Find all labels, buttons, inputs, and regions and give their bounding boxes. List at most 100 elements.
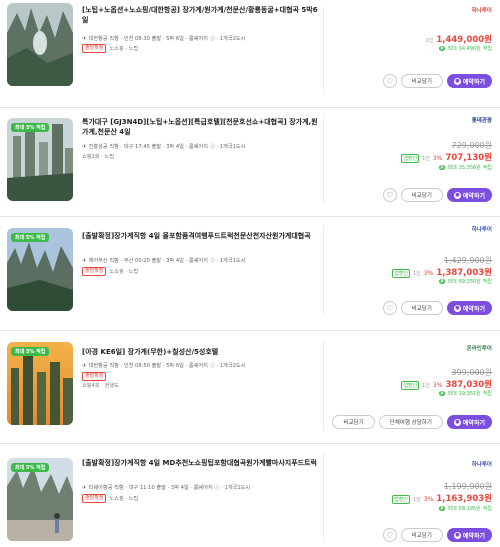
sale-price: 1,449,000원 — [436, 35, 492, 45]
wishlist-heart-icon[interactable]: ♡ — [382, 528, 397, 542]
per-person-label: 1인 — [412, 497, 421, 503]
wishlist-heart-icon[interactable]: ♡ — [382, 74, 397, 88]
column-divider — [323, 225, 324, 315]
points-value: 35,356원 — [458, 165, 481, 171]
product-title[interactable]: [노팁+노옵션+노쇼핑/대한항공] 장가계/원가계/천문산/황룡동굴+대협곡 5… — [82, 5, 322, 25]
points-icon: P — [438, 506, 446, 511]
original-price: 729,000원 — [451, 141, 492, 150]
flight-info: ✈ 대한항공 직항 · 인천 08:50 출발 · 5박 6일 · 룸쉐어지 ⓘ… — [82, 362, 322, 370]
product-card[interactable]: 최대 5% 적립 [아경 KE6일] 장가계(무한)+칠성산/5성호텔 ✈ 대한… — [0, 331, 500, 443]
points-info: P 최대 35,356원 적립 — [438, 164, 492, 171]
product-thumbnail[interactable]: 최대 5% 적립 — [7, 342, 73, 425]
agency-logo: 롯데관광 — [471, 118, 492, 124]
product-title[interactable]: 특가대구 [GJ3N4D][노팁+노옵션][특급호텔][천문호선쇼+대협곡] 장… — [82, 117, 322, 137]
price-row: 앱할인 1인 3% 1,387,003원 — [392, 266, 492, 278]
product-card[interactable]: 최대 5% 적립 특가대구 [GJ3N4D][노팁+노옵션][특급호텔][천문호… — [0, 108, 500, 216]
book-button[interactable]: ● 예약하기 — [446, 528, 492, 542]
compare-button[interactable]: 비교담기 — [332, 415, 375, 429]
agency-logo: 하나투어 — [471, 227, 492, 233]
product-thumbnail[interactable] — [7, 3, 73, 86]
app-discount-badge: 앱할인 — [401, 381, 420, 390]
sale-price: 1,387,003원 — [436, 268, 492, 278]
info-icon: ● — [453, 531, 461, 539]
per-person-label: 1인 — [422, 383, 430, 389]
tags-text: 쇼핑4회 · 현생도 — [82, 383, 119, 389]
airline-icon: ✈ — [82, 362, 87, 369]
flight-info: ✈ 진흥삼공 직항 · 대구 17:45 출발 · 3박 4일 · 룸쉐어지 ⓘ… — [82, 143, 322, 151]
flight-info: ✈ 에어부산 직항 · 부산 00:20 출발 · 3박 4일 · 룸쉐어지 ⓘ… — [82, 257, 322, 265]
agency-logo: 하나투어 — [471, 8, 492, 14]
original-price: 1,199,900원 — [443, 482, 492, 491]
tags-text: 노쇼핑 · 노팁 — [109, 269, 139, 275]
flight-info-text: 티웨이항공 직항 · 대구 11:10 출발 · 3박 4일 · 룸쉐어지 ⓘ … — [88, 485, 251, 491]
product-tags: 출발확정 — [82, 372, 107, 381]
points-suffix: 적립 — [482, 165, 492, 171]
points-info: P 최대 14,490원 적립 — [438, 45, 492, 52]
product-thumbnail[interactable]: 최대 5% 적립 — [7, 458, 73, 541]
info-icon: ● — [453, 77, 461, 85]
compare-button[interactable]: 비교담기 — [400, 528, 443, 542]
book-label: 예약하기 — [462, 532, 485, 540]
points-prefix: 최대 — [447, 46, 457, 52]
flight-info-text: 대한항공 직항 · 인천 08:50 출발 · 5박 6일 · 룸쉐어지 ⓘ ·… — [88, 363, 246, 369]
original-price: 1,429,900원 — [443, 256, 492, 265]
price-row: 앱할인 1인 3% 1,163,903원 — [392, 492, 492, 504]
points-prefix: 최대 — [447, 279, 457, 285]
product-thumbnail[interactable]: 최대 5% 적립 — [7, 118, 73, 201]
airline-icon: ✈ — [82, 143, 87, 150]
discount-percent: 3% — [423, 496, 434, 503]
tags-text: 쇼핑2회 · 노팁 — [82, 154, 115, 160]
flight-info-text: 에어부산 직항 · 부산 00:20 출발 · 3박 4일 · 룸쉐어지 ⓘ ·… — [88, 258, 246, 264]
product-card[interactable]: 최대 5% 적립 [출발확정]장가계직항 4일 MD추천노쇼핑팁포함대협곡원가계… — [0, 444, 500, 547]
points-prefix: 최대 — [447, 165, 457, 171]
book-button[interactable]: ● 예약하기 — [446, 74, 492, 88]
points-value: 69,350원 — [458, 279, 481, 285]
info-icon: ● — [453, 304, 461, 312]
product-title[interactable]: [아경 KE6일] 장가계(무한)+칠성산/5성호텔 — [82, 347, 322, 357]
points-badge: 최대 5% 적립 — [11, 347, 50, 356]
book-button[interactable]: ● 예약하기 — [446, 188, 492, 202]
agency-logo: 하나투어 — [471, 462, 492, 468]
airline-icon: ✈ — [82, 484, 87, 491]
product-title[interactable]: [출발확정]장가계직항 4일 올포함품격여행푸드트럭천문산천자산원가계대협곡 — [82, 231, 322, 241]
wishlist-heart-icon[interactable]: ♡ — [382, 188, 397, 202]
compare-button[interactable]: 비교담기 — [400, 301, 443, 315]
compare-button[interactable]: 비교담기 — [400, 74, 443, 88]
column-divider — [323, 114, 324, 204]
product-tags: 출발확정 노쇼핑 · 노팁 — [82, 44, 138, 53]
airline-icon: ✈ — [82, 257, 87, 264]
card-actions: 비교담기 단체여행 상담하기 ● 예약하기 — [332, 415, 492, 429]
points-suffix: 적립 — [482, 279, 492, 285]
points-suffix: 적립 — [482, 391, 492, 397]
card-actions: ♡ 비교담기 ● 예약하기 — [382, 528, 492, 542]
product-tags: 출발확정 노쇼핑 · 노팁 — [82, 494, 138, 503]
agency-logo: 온라인투어 — [466, 346, 492, 352]
book-button[interactable]: ● 예약하기 — [446, 301, 492, 315]
points-icon: P — [438, 391, 446, 396]
confirmed-tag: 출발확정 — [82, 44, 107, 53]
points-icon: P — [438, 165, 446, 170]
price-row: 앱할인 1인 3% 707,130원 — [401, 151, 492, 163]
airline-icon: ✈ — [82, 35, 87, 42]
original-price: 399,000원 — [451, 368, 492, 377]
product-tags: 쇼핑2회 · 노팁 — [82, 153, 114, 160]
points-prefix: 최대 — [447, 506, 457, 512]
flight-info: ✈ 대한항공 직항 · 인천 08:30 출발 · 5박 6일 · 룸쉐어지 ⓘ… — [82, 35, 322, 43]
points-value: 19,351원 — [458, 391, 481, 397]
points-suffix: 적립 — [482, 46, 492, 52]
points-icon: P — [438, 279, 446, 284]
sale-price: 1,163,903원 — [436, 494, 492, 504]
product-title[interactable]: [출발확정]장가계직항 4일 MD추천노쇼핑팁포함대협곡원가계빨마사지푸드트럭 — [82, 458, 322, 468]
book-label: 예약하기 — [462, 192, 485, 200]
product-card[interactable]: [노팁+노옵션+노쇼핑/대한항공] 장가계/원가계/천문산/황룡동굴+대협곡 5… — [0, 0, 500, 106]
wishlist-heart-icon[interactable]: ♡ — [382, 301, 397, 315]
product-card[interactable]: 최대 5% 적립 [출발확정]장가계직항 4일 올포함품격여행푸드트럭천문산천자… — [0, 217, 500, 325]
product-thumbnail[interactable]: 최대 5% 적립 — [7, 228, 73, 311]
group-travel-button[interactable]: 단체여행 상담하기 — [378, 415, 443, 429]
book-button[interactable]: ● 예약하기 — [446, 415, 492, 429]
column-divider — [323, 6, 324, 94]
compare-button[interactable]: 비교담기 — [400, 188, 443, 202]
points-badge: 최대 5% 적립 — [11, 123, 50, 132]
per-person-label: 1인 — [422, 156, 430, 162]
points-info: P 최대 58,195원 적립 — [438, 505, 492, 512]
